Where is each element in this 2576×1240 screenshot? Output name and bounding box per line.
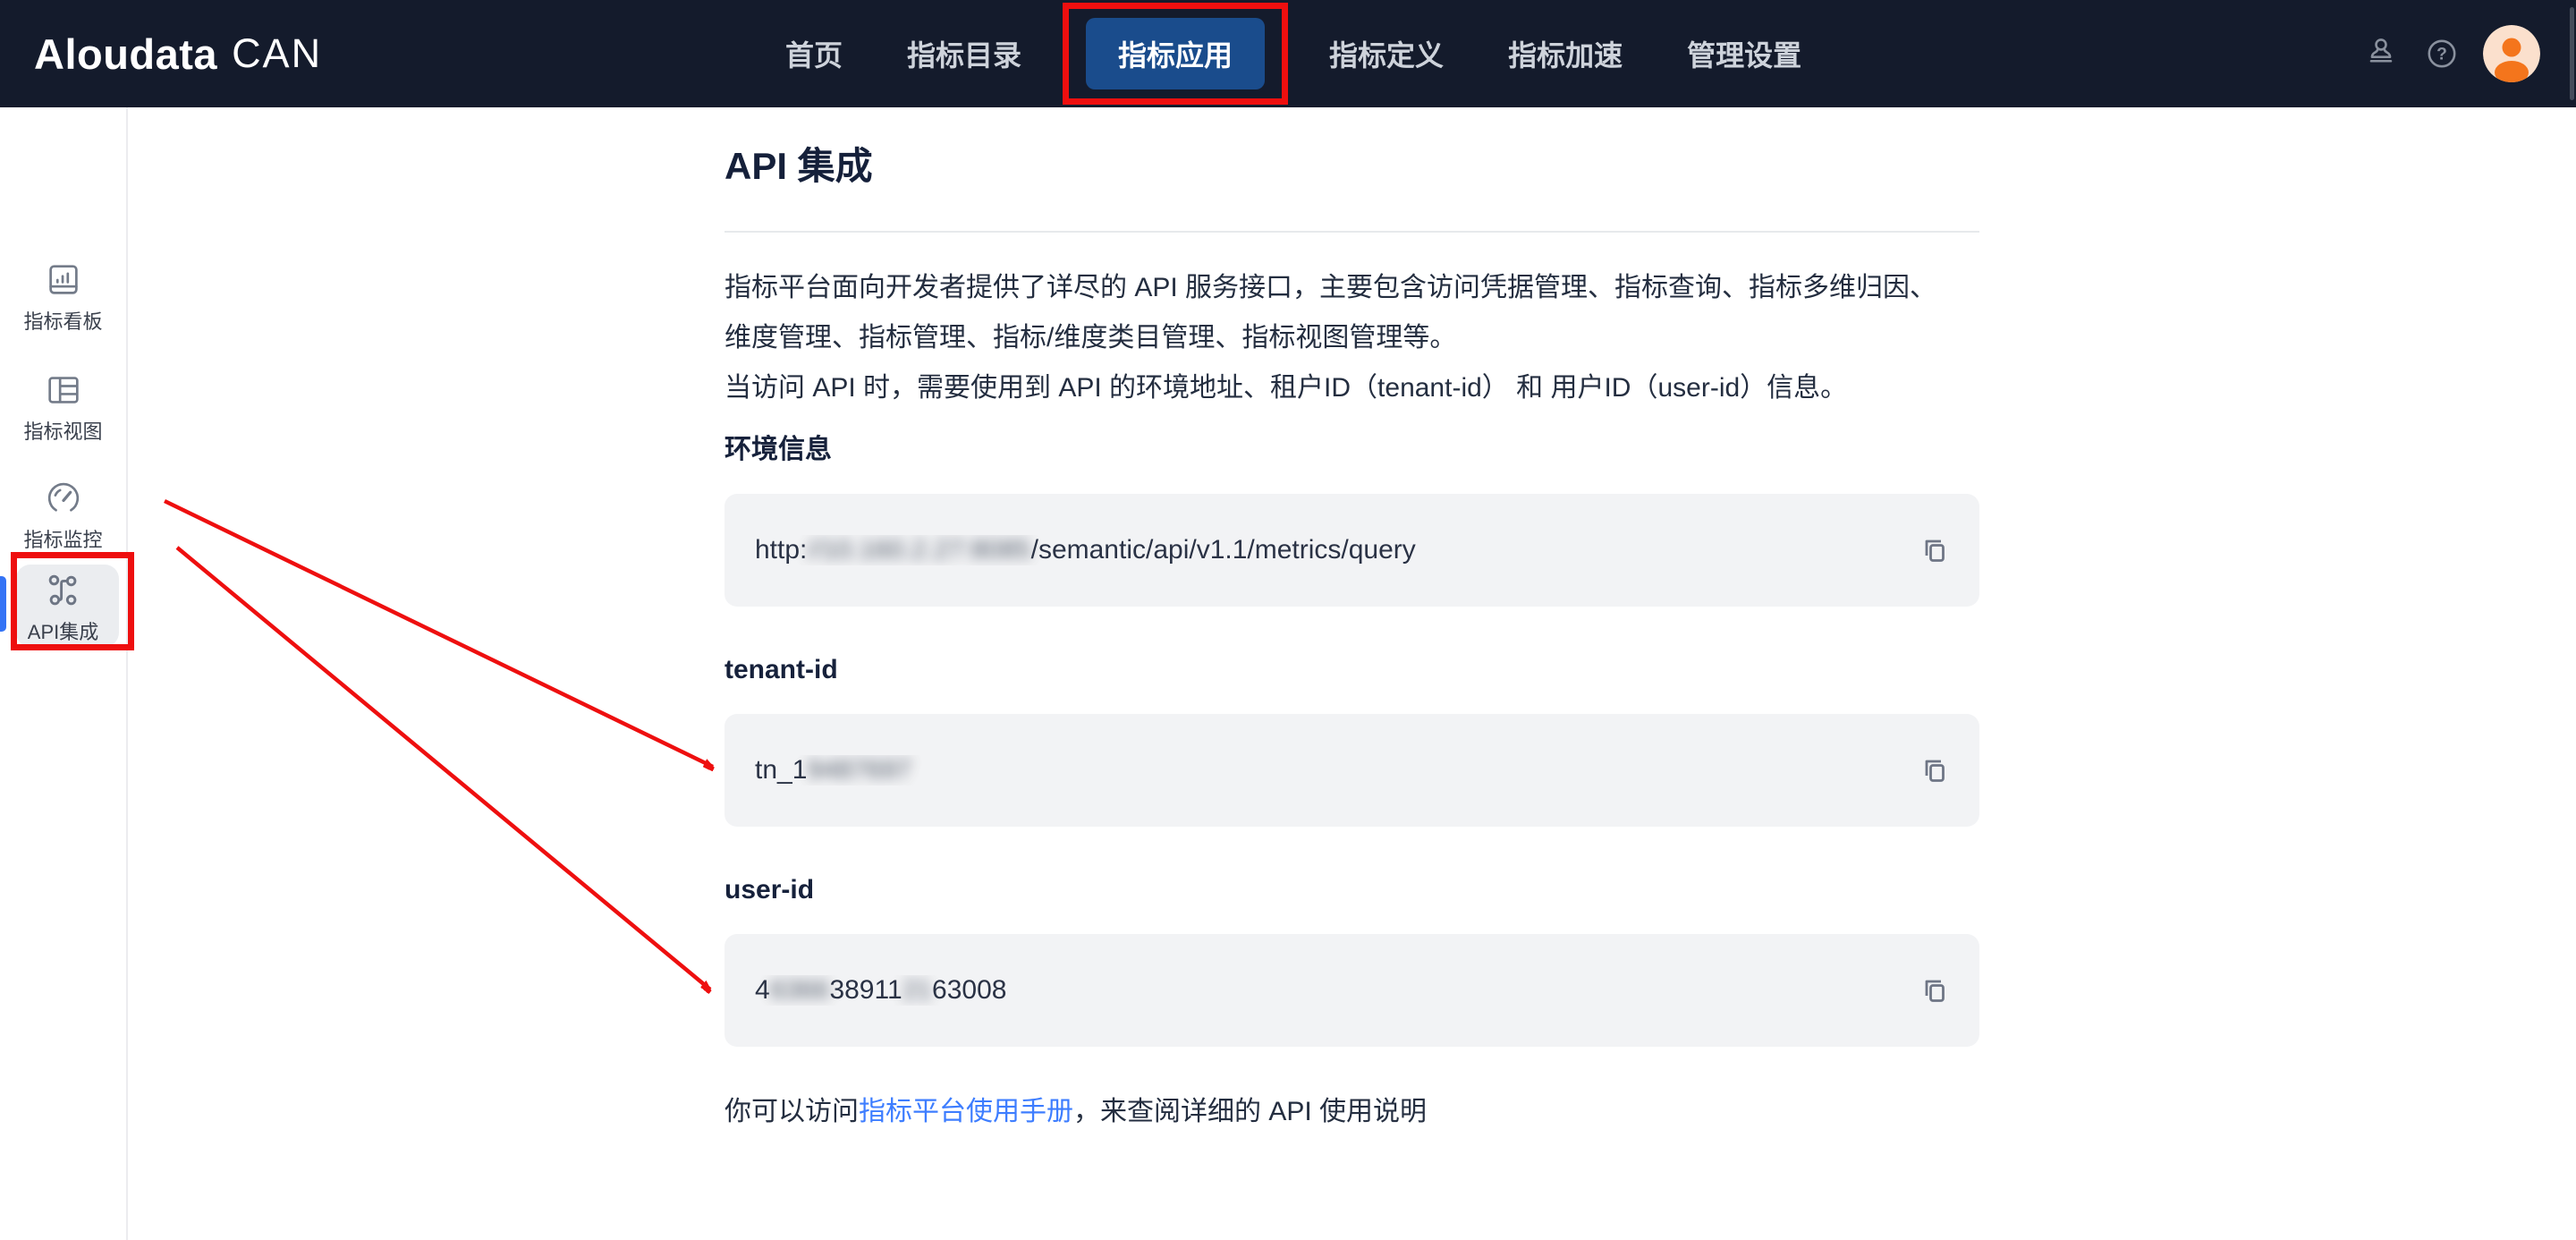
dashboard-chart-icon [43,259,84,305]
footer-suffix: ，来查阅详细的 API 使用说明 [1073,1097,1427,1126]
value-field: 46366389112163008 [724,934,1979,1047]
sidebar-item-指标看板[interactable]: 指标看板 [0,259,126,334]
blurred-text: 21 [902,975,932,1005]
value-field: tn_19487697 [724,714,1979,827]
scrollbar[interactable] [2570,7,2574,100]
value-text: /semantic/api/v1.1/metrics/query [1031,535,1416,565]
copy-button[interactable] [1915,751,1954,790]
value-text: 4 [755,975,770,1005]
section-label: tenant-id [724,657,1979,684]
description-line: 维度管理、指标管理、指标/维度类目管理、指标视图管理等。 [724,313,1979,363]
section-label: 环境信息 [724,437,1979,463]
copy-button[interactable] [1915,531,1954,570]
description-paragraph: 指标平台面向开发者提供了详尽的 API 服务接口，主要包含访问凭据管理、指标查询… [724,263,1979,413]
sidebar-item-指标监控[interactable]: 指标监控 [0,478,126,552]
sidebar-item-label: 指标看板 [23,310,102,334]
blurred-text: 9487697 [807,755,911,785]
section-环境信息: 环境信息 http://10.160.2.27:8085/semantic/api… [724,437,1979,607]
stamp-icon[interactable] [2361,34,2401,73]
divider [724,231,1979,233]
sidebar-active-indicator [0,576,6,632]
nav-tab-label: 指标加速 [1508,39,1623,72]
sections-container: 环境信息 http://10.160.2.27:8085/semantic/api… [724,437,1979,1047]
nav-tab-指标加速[interactable]: 指标加速 [1508,18,1623,89]
copy-button[interactable] [1915,971,1954,1010]
section-tenant-id: tenant-id tn_19487697 [724,657,1979,827]
app-logo[interactable]: Aloudata CAN [34,0,322,107]
main-content: API 集成 指标平台面向开发者提供了详尽的 API 服务接口，主要包含访问凭据… [128,107,2576,1240]
nav-tab-label: 指标应用 [1118,39,1233,72]
primary-nav: 首页 指标目录 指标应用 指标定义 指标加速 管理设置 [785,0,1801,107]
blurred-text: //10.160.2.27:8085 [807,535,1030,565]
value-text: 38911 [829,975,902,1005]
sidebar-item-label: API集成 [28,621,98,644]
nav-tab-label: 首页 [785,39,843,72]
value-text: http: [755,535,807,565]
sidebar-item-指标视图[interactable]: 指标视图 [0,369,126,444]
logo-brand-text: Aloudata [34,30,217,79]
blurred-text: 6366 [770,975,830,1005]
value-text: tn_1 [755,755,807,785]
nav-tab-label: 指标定义 [1329,39,1444,72]
nav-tab-指标应用[interactable]: 指标应用 [1086,18,1265,89]
nav-tab-指标目录[interactable]: 指标目录 [907,18,1021,89]
value-text: 63008 [932,975,1006,1005]
api-nodes-icon [43,570,84,616]
field-value: http://10.160.2.27:8085/semantic/api/v1.… [755,535,1915,565]
nav-tab-管理设置[interactable]: 管理设置 [1687,18,1801,89]
nav-tab-首页[interactable]: 首页 [785,18,843,89]
logo-product-text: CAN [232,30,322,77]
manual-link[interactable]: 指标平台使用手册 [859,1097,1073,1126]
sidebar: 指标看板指标视图指标监控 API集成 [0,107,128,1240]
gauge-icon [43,478,84,523]
page-title: API 集成 [724,145,1979,188]
top-nav-bar: Aloudata CAN 首页 指标目录 指标应用 指标定义 指标加速 管理设置 ? [0,0,2576,107]
section-label: user-id [724,877,1979,904]
field-value: 46366389112163008 [755,975,1915,1006]
user-avatar[interactable] [2483,25,2540,82]
description-line: 当访问 API 时，需要使用到 API 的环境地址、租户ID（tenant-id… [724,363,1979,413]
field-value: tn_19487697 [755,755,1915,786]
svg-text:?: ? [2436,45,2447,64]
footer-prefix: 你可以访问 [724,1097,859,1126]
value-field: http://10.160.2.27:8085/semantic/api/v1.… [724,494,1979,607]
nav-tab-指标定义[interactable]: 指标定义 [1329,18,1444,89]
description-line: 指标平台面向开发者提供了详尽的 API 服务接口，主要包含访问凭据管理、指标查询… [724,263,1979,313]
table-view-icon [43,369,84,415]
footer-note: 你可以访问指标平台使用手册，来查阅详细的 API 使用说明 [724,1097,1979,1127]
sidebar-item-API集成[interactable]: API集成 [0,570,126,644]
nav-actions: ? [2361,0,2540,107]
sidebar-item-label: 指标视图 [23,420,102,444]
nav-tab-label: 管理设置 [1687,39,1801,72]
help-icon[interactable]: ? [2422,34,2462,73]
section-user-id: user-id 46366389112163008 [724,877,1979,1047]
sidebar-item-label: 指标监控 [23,529,102,552]
nav-tab-label: 指标目录 [907,39,1021,72]
